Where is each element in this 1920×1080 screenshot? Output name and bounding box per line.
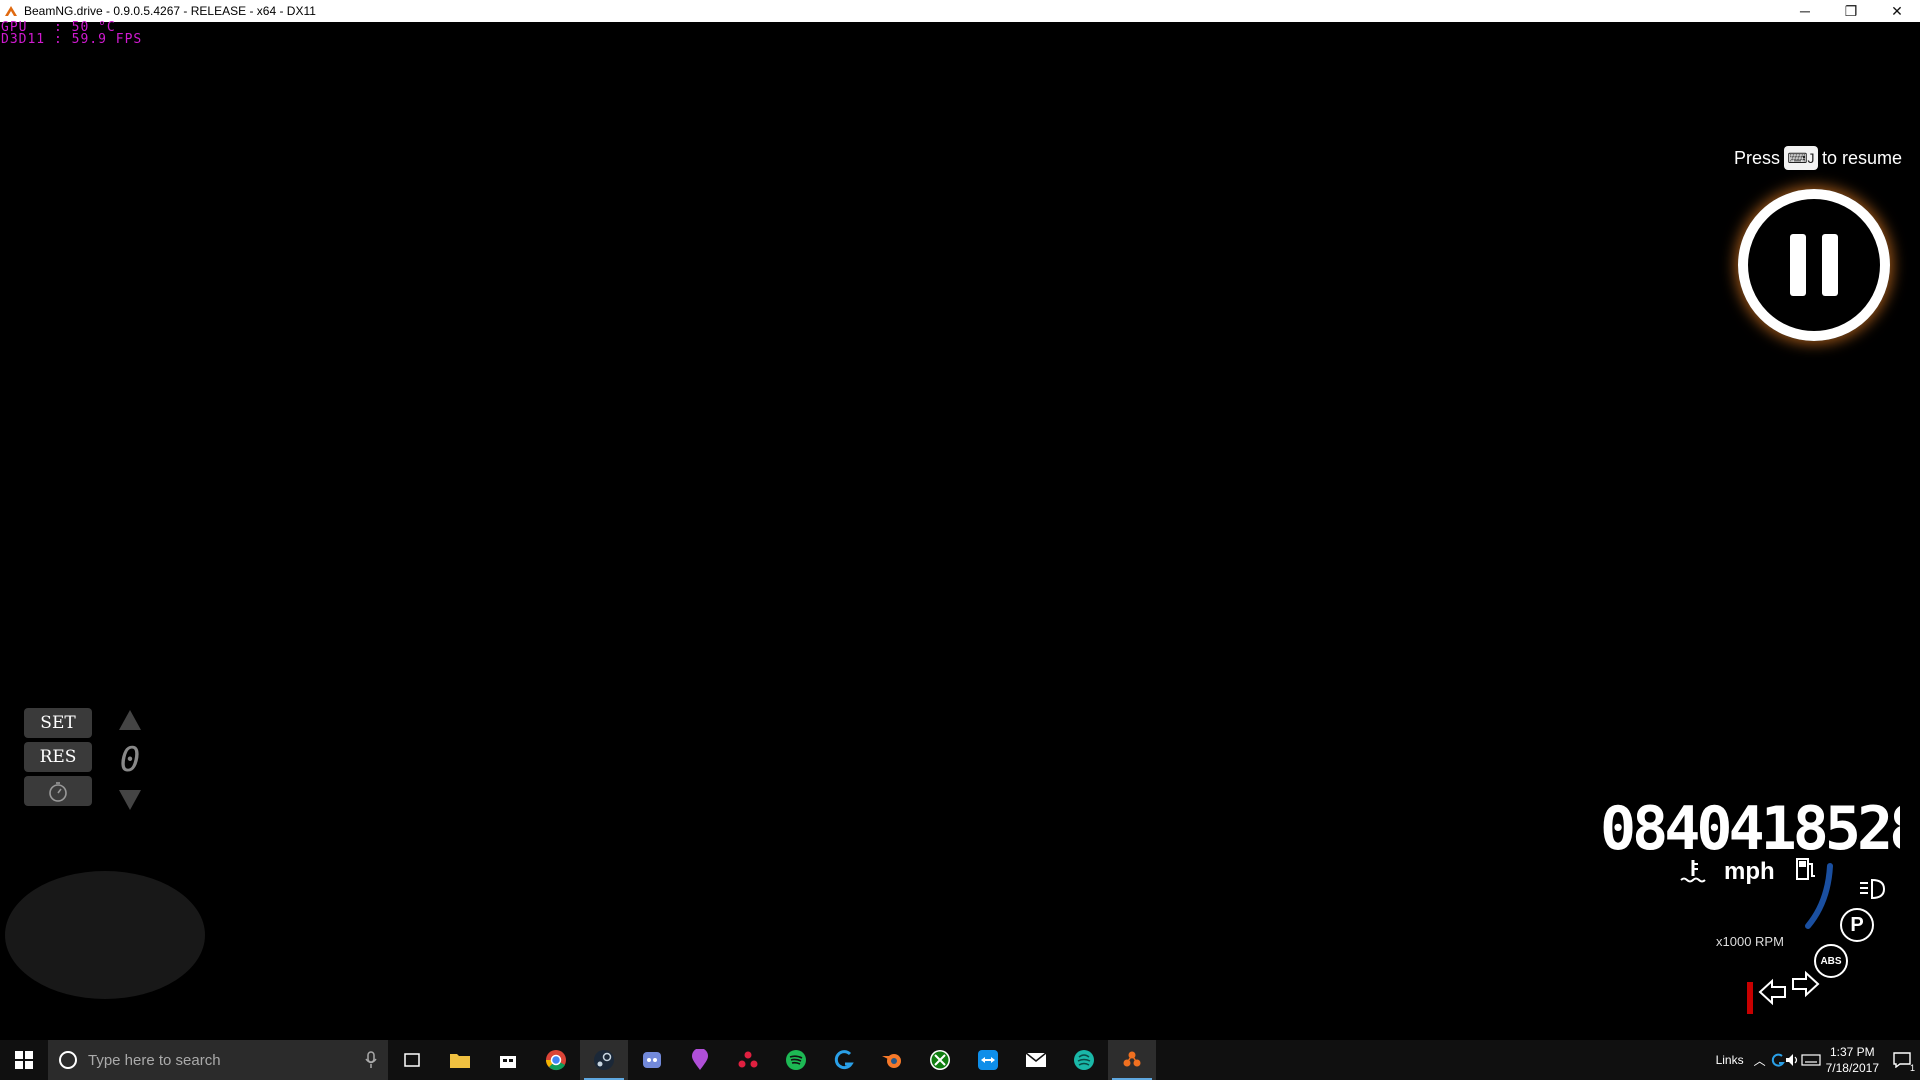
cruise-resume-button[interactable]: RES (24, 742, 92, 772)
pause-resume-button[interactable] (1738, 189, 1890, 341)
odometer: 0840418528 (1600, 798, 1900, 860)
cruise-speed-value: 0 (119, 740, 141, 780)
minimap (5, 871, 205, 999)
taskbar-spotify[interactable] (772, 1040, 820, 1080)
window-titlebar: BeamNG.drive - 0.9.0.5.4267 - RELEASE - … (0, 0, 1920, 22)
windows-taskbar: Type here to search Links ︿ 1:37 PM 7/18… (0, 1040, 1920, 1080)
taskbar-teamviewer[interactable] (964, 1040, 1012, 1080)
window-title: BeamNG.drive - 0.9.0.5.4267 - RELEASE - … (24, 4, 316, 18)
resume-hint: Press ⌨J to resume (1734, 146, 1902, 170)
taskbar-logitech[interactable] (820, 1040, 868, 1080)
taskbar-brain-app[interactable] (1060, 1040, 1108, 1080)
speed-up-arrow-icon[interactable] (119, 710, 141, 730)
taskbar-beamng[interactable] (1108, 1040, 1156, 1080)
microphone-icon[interactable] (364, 1051, 378, 1069)
speed-down-arrow-icon[interactable] (119, 790, 141, 810)
cruise-toggle-button[interactable] (24, 776, 92, 806)
folder-icon (450, 1054, 470, 1068)
parking-brake-icon: P (1840, 908, 1874, 942)
taskbar-maps[interactable] (676, 1040, 724, 1080)
resume-text: to resume (1821, 147, 1902, 168)
left-turn-signal-icon (1758, 978, 1786, 1006)
discord-icon (643, 1052, 661, 1068)
resume-press-text: Press (1733, 147, 1780, 168)
logitech-tray-icon[interactable] (1771, 1053, 1785, 1067)
gear-indicator-bar (1747, 982, 1753, 1014)
notification-count: 1 (1909, 1063, 1915, 1073)
spotify-icon (786, 1050, 806, 1070)
task-view-icon (404, 1053, 420, 1067)
blender-icon (882, 1054, 901, 1068)
keyboard-key-icon: ⌨J (1783, 146, 1818, 170)
rpm-arc (1805, 863, 1833, 929)
taskbar-store[interactable] (484, 1040, 532, 1080)
show-hidden-icons-chevron-icon[interactable]: ︿ (1754, 1052, 1766, 1069)
rpm-label: x1000 RPM (1716, 934, 1784, 949)
xbox-icon (930, 1050, 950, 1070)
mail-icon (1025, 1052, 1047, 1067)
beamng-icon (1123, 1051, 1141, 1067)
steam-icon (594, 1050, 614, 1070)
minimize-button[interactable]: ─ (1782, 0, 1828, 22)
fps-value: 59.9 FPS (71, 32, 143, 47)
cluster-icon (738, 1051, 758, 1068)
maps-pin-icon (692, 1049, 708, 1070)
notification-icon (1893, 1052, 1911, 1068)
links-toolbar[interactable]: Links (1716, 1053, 1744, 1067)
search-placeholder: Type here to search (88, 1051, 221, 1069)
taskbar-discord[interactable] (628, 1040, 676, 1080)
logitech-g-icon (834, 1050, 854, 1070)
taskbar-blender[interactable] (868, 1040, 916, 1080)
clock-time: 1:37 PM (1829, 1045, 1875, 1059)
system-tray: Links ︿ 1:37 PM 7/18/2017 1 (1711, 1040, 1920, 1080)
speed-unit: mph (1724, 858, 1775, 885)
headlight-icon (1860, 878, 1886, 900)
taskbar-network-app[interactable] (724, 1040, 772, 1080)
beamng-app-icon (5, 6, 17, 16)
store-icon (500, 1056, 516, 1068)
d3d-label: D3D11 (1, 32, 46, 47)
taskbar-mail[interactable] (1012, 1040, 1060, 1080)
chrome-icon (546, 1050, 566, 1071)
task-view-button[interactable] (388, 1040, 436, 1080)
action-center-button[interactable]: 1 (1889, 1047, 1915, 1073)
pause-icon-bar-left (1790, 234, 1806, 296)
taskbar-chrome[interactable] (532, 1040, 580, 1080)
performance-overlay: GPU : 50 °C D3D11 : 59.9 FPS (1, 20, 143, 47)
cortana-icon (59, 1051, 77, 1069)
keyboard-icon[interactable] (1801, 1053, 1821, 1067)
close-button[interactable]: ✕ (1874, 0, 1920, 22)
stopwatch-icon (49, 782, 67, 802)
right-turn-signal-icon (1792, 970, 1820, 998)
cruise-speed-control: 0 (114, 708, 146, 810)
taskbar-steam[interactable] (580, 1040, 628, 1080)
coolant-temperature-icon (1680, 860, 1706, 883)
system-clock[interactable]: 1:37 PM 7/18/2017 (1826, 1044, 1879, 1076)
pause-icon-bar-right (1822, 234, 1838, 296)
taskbar-file-explorer[interactable] (436, 1040, 484, 1080)
cruise-control-panel: SET RES 0 (24, 708, 141, 810)
restore-button[interactable]: ❐ (1828, 0, 1874, 22)
windows-logo-icon (15, 1051, 33, 1069)
taskbar-search-box[interactable]: Type here to search (48, 1040, 388, 1080)
clock-date: 7/18/2017 (1825, 1061, 1879, 1075)
start-button[interactable] (0, 1040, 48, 1080)
volume-icon[interactable] (1785, 1053, 1801, 1067)
brain-icon (1074, 1050, 1094, 1070)
teamviewer-icon (978, 1050, 998, 1070)
taskbar-xbox[interactable] (916, 1040, 964, 1080)
cruise-set-button[interactable]: SET (24, 708, 92, 738)
